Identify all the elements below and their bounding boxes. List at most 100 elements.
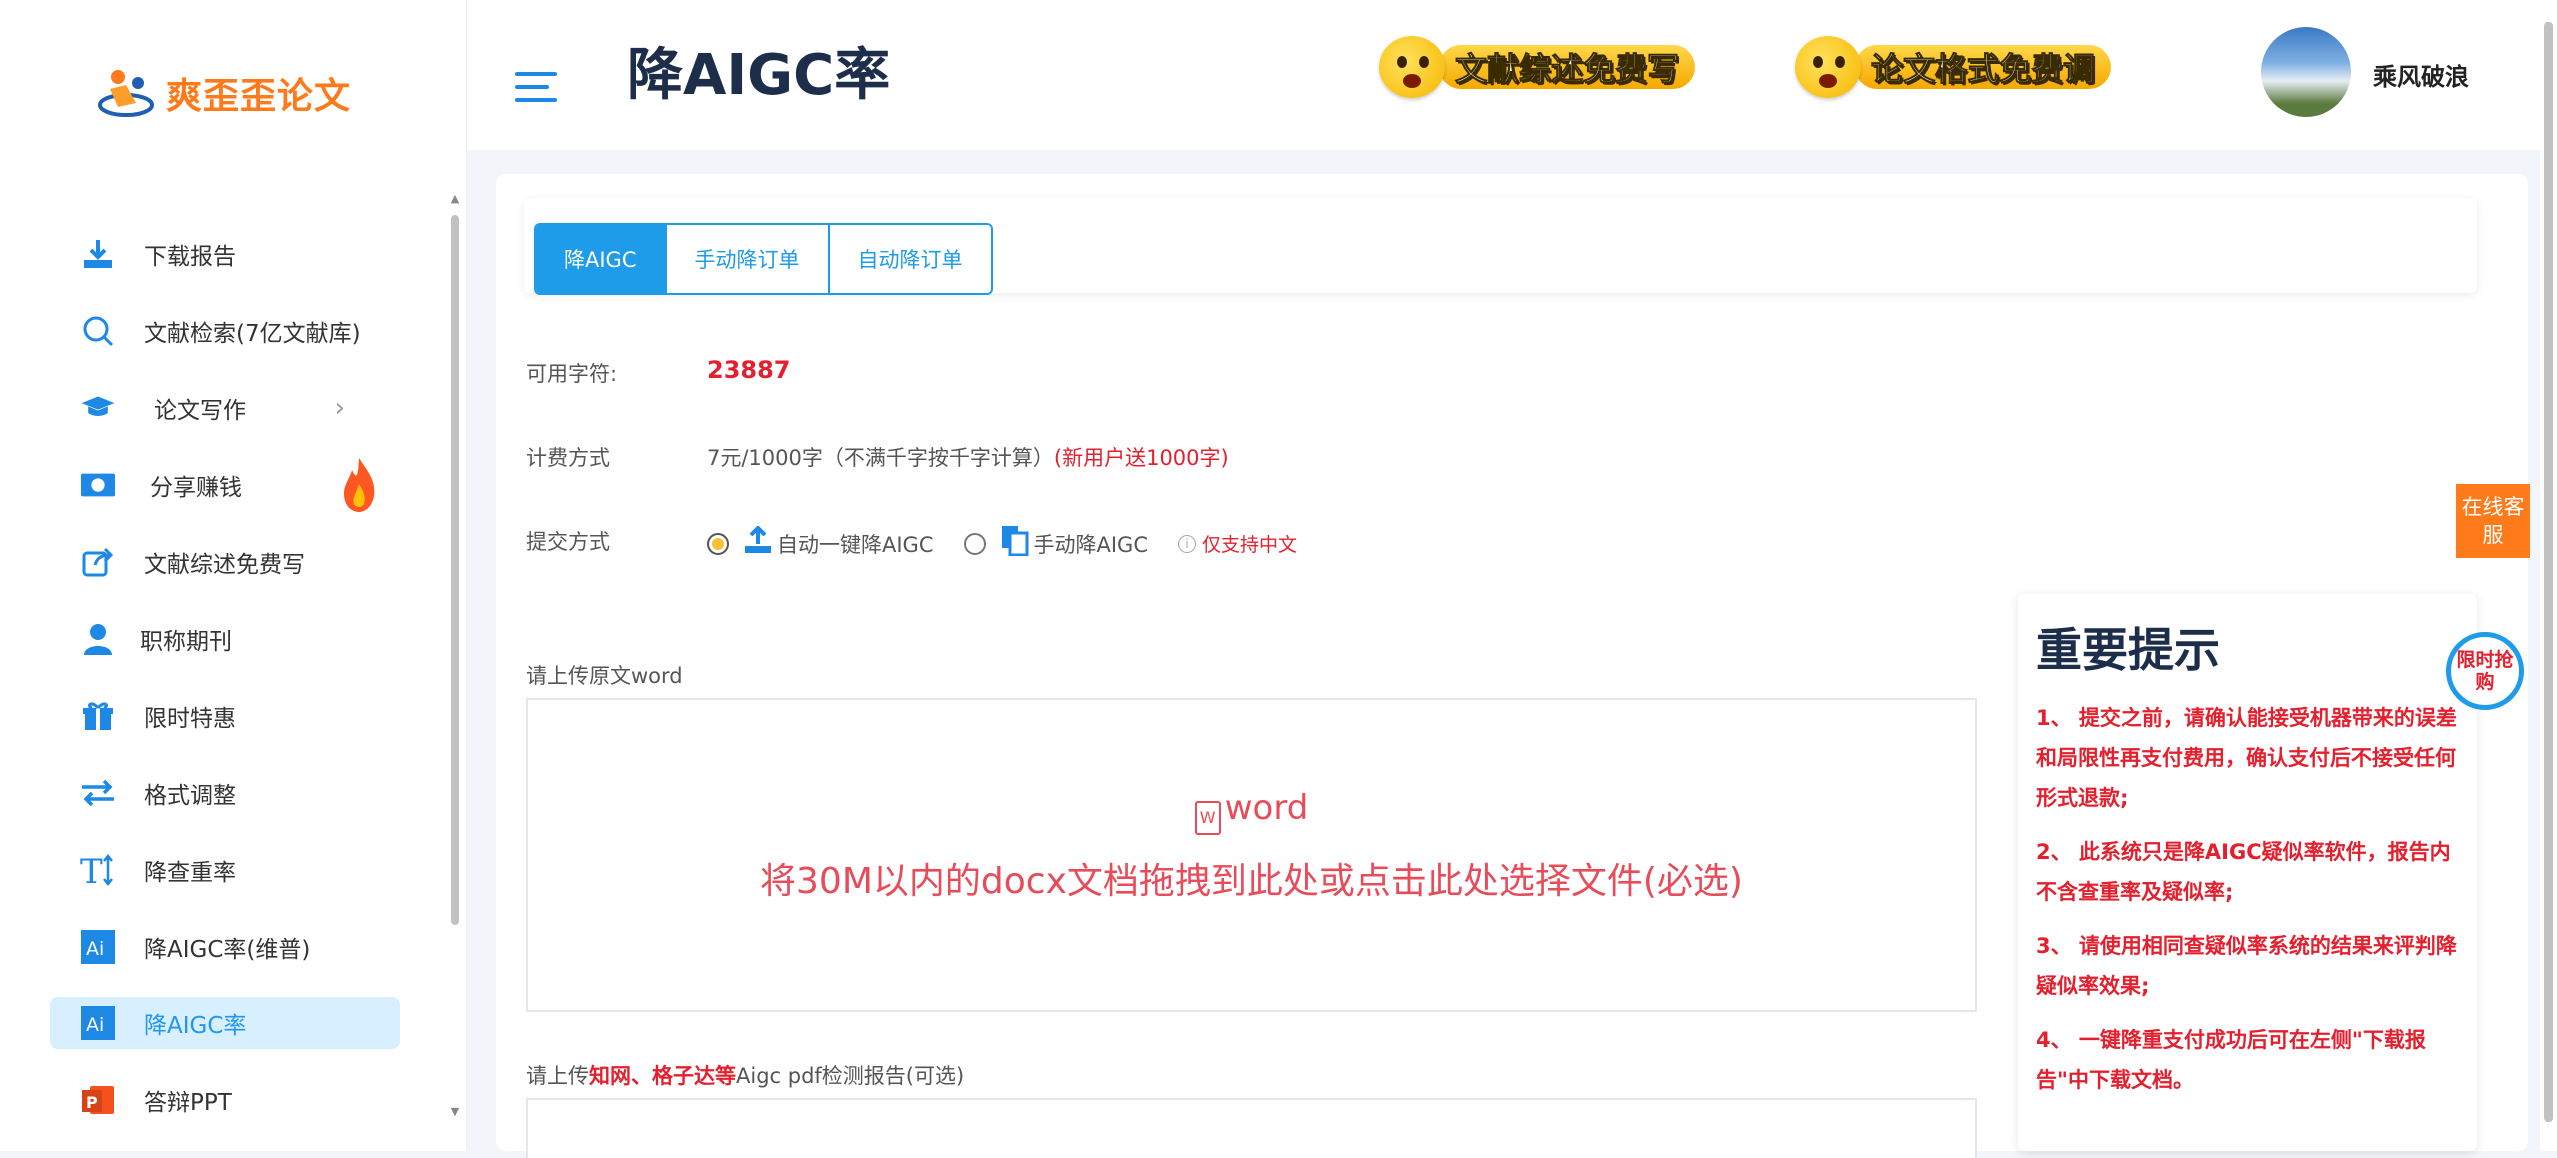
word-dropzone[interactable]: Wword 将30M以内的docx文档拖拽到此处或点击此处选择文件(必选) — [526, 698, 1977, 1012]
promo-label: 文献综述免费写 — [1439, 45, 1696, 89]
billing-value-group: 7元/1000字（不满千字按千字计算）(新用户送1000字) — [707, 442, 1229, 472]
sidebar-item-aigc-weipu[interactable]: Ai 降AIGC率(维普) — [50, 908, 400, 985]
brand-name: 爽歪歪论文 — [166, 76, 352, 117]
word-doc-icon: W — [1194, 801, 1221, 835]
promo-format-free-button[interactable]: 论文格式免费调 — [1795, 36, 2112, 98]
chevron-right-icon: › — [334, 392, 345, 423]
sidebar-item-download-report[interactable]: 下载报告 — [50, 215, 400, 292]
graduation-cap-icon — [80, 390, 116, 426]
online-service-button[interactable]: 在线客服 — [2456, 484, 2530, 558]
sidebar-item-label: 职称期刊 — [140, 628, 232, 655]
sidebar-item-label: 文献检索(7亿文献库) — [144, 320, 361, 347]
sidebar-item-label: 文献综述免费写 — [144, 551, 305, 578]
swap-icon — [80, 775, 116, 811]
sidebar-item-label: 降AIGC率(维普) — [144, 936, 311, 963]
upload-report-prefix: 请上传 — [526, 1064, 589, 1088]
notice-item: 4、 一键降重支付成功后可在左侧"下载报告"中下载文档。 — [2036, 1028, 2426, 1092]
flash-sale-badge[interactable]: 限时抢购 — [2446, 632, 2524, 710]
submit-method-options: 自动一键降AIGC 手动降AIGC i 仅支持中文 — [707, 524, 1297, 563]
dropzone-word-line: Wword — [528, 788, 1975, 835]
important-notice-panel: 重要提示 1、 提交之前，请确认能接受机器带来的误差和局限性再支付费用，确认支付… — [2018, 594, 2477, 1151]
sidebar-scrollbar[interactable]: ▲ ▼ — [449, 193, 461, 1118]
surprised-emoji-icon — [1379, 36, 1445, 98]
gift-icon — [80, 698, 116, 734]
share-icon — [80, 544, 116, 580]
sidebar-item-aigc[interactable]: Ai 降AIGC率 — [50, 997, 400, 1049]
scroll-up-icon[interactable]: ▲ — [449, 193, 461, 205]
main-card: 降AIGC 手动降订单 自动降订单 可用字符: 23887 计费方式 7元/10… — [496, 174, 2528, 1158]
surprised-emoji-icon — [1795, 36, 1861, 98]
tab-auto-orders[interactable]: 自动降订单 — [829, 225, 991, 293]
pdf-dropzone[interactable] — [526, 1098, 1977, 1158]
powerpoint-icon: P — [80, 1082, 116, 1118]
promo-review-free-button[interactable]: 文献综述免费写 — [1379, 36, 1696, 98]
radio-auto[interactable] — [707, 532, 729, 555]
svg-text:Ai: Ai — [86, 938, 104, 960]
sidebar-item-label: 论文写作 — [154, 397, 246, 424]
sidebar-item-label: 降AIGC率 — [144, 1013, 247, 1039]
page-title: 降AIGC率 — [627, 43, 891, 108]
sidebar-item-defense-ppt[interactable]: P 答辩PPT — [50, 1061, 400, 1138]
sidebar-item-paper-writing[interactable]: 论文写作 › — [50, 369, 400, 446]
billing-row: 计费方式 7元/1000字（不满千字按千字计算）(新用户送1000字) — [526, 442, 1229, 472]
ai-icon: Ai — [80, 1005, 116, 1041]
menu-toggle-icon[interactable] — [515, 72, 557, 106]
sidebar-item-label: 格式调整 — [144, 782, 236, 809]
sidebar-item-review-free[interactable]: 文献综述免费写 — [50, 523, 400, 600]
scrollbar-thumb[interactable] — [451, 215, 459, 925]
svg-text:T: T — [80, 853, 103, 887]
text-height-icon: T — [80, 852, 116, 888]
notice-item: 2、 此系统只是降AIGC疑似率软件，报告内不含查重率及疑似率; — [2036, 840, 2451, 904]
notice-item: 3、 请使用相同查疑似率系统的结果来评判降疑似率效果; — [2036, 934, 2457, 998]
tab-group: 降AIGC 手动降订单 自动降订单 — [534, 223, 993, 295]
upload-report-label: 请上传知网、格子达等Aigc pdf检测报告(可选) — [526, 1060, 964, 1090]
dropzone-instruction: 将30M以内的docx文档拖拽到此处或点击此处选择文件(必选) — [760, 861, 1743, 902]
submit-method-row: 提交方式 自动一键降AIGC 手动降AIGC i 仅支持中文 — [526, 525, 1297, 557]
billing-promo: (新用户送1000字) — [1053, 446, 1229, 470]
radio-auto-label[interactable]: 自动一键降AIGC — [777, 529, 934, 559]
fire-icon — [340, 456, 378, 520]
submit-method-label: 提交方式 — [526, 530, 610, 554]
page-scrollbar-thumb[interactable] — [2544, 22, 2553, 1122]
notice-list: 1、 提交之前，请确认能接受机器带来的误差和局限性再支付费用，确认支付后不接受任… — [2036, 698, 2466, 1114]
available-chars-value: 23887 — [707, 356, 791, 384]
scroll-down-icon[interactable]: ▼ — [449, 1106, 461, 1118]
username[interactable]: 乘风破浪 — [2373, 57, 2469, 92]
info-icon: i — [1178, 534, 1196, 553]
sidebar-item-label: 分享赚钱 — [150, 474, 242, 501]
sidebar-item-label: 下载报告 — [144, 243, 236, 270]
tab-manual-orders[interactable]: 手动降订单 — [666, 225, 830, 293]
notice-item: 1、 提交之前，请确认能接受机器带来的误差和局限性再支付费用，确认支付后不接受任… — [2036, 706, 2457, 810]
top-header: 降AIGC率 文献综述免费写 论文格式免费调 乘风破浪 — [467, 0, 2557, 150]
avatar[interactable] — [2261, 27, 2351, 117]
svg-text:Ai: Ai — [86, 1014, 104, 1036]
radio-manual-label[interactable]: 手动降AIGC — [1034, 529, 1149, 559]
user-icon — [80, 621, 116, 657]
radio-manual[interactable] — [963, 532, 986, 555]
sidebar-item-share-earn[interactable]: 分享赚钱 — [50, 446, 400, 523]
logo-icon — [98, 70, 154, 117]
sidebar-item-format-adjust[interactable]: 格式调整 — [50, 754, 400, 831]
notice-title: 重要提示 — [2036, 623, 2220, 677]
brand-logo[interactable]: 爽歪歪论文 — [96, 58, 351, 128]
sidebar-item-limited-offer[interactable]: 限时特惠 — [50, 677, 400, 754]
only-chinese-note: 仅支持中文 — [1202, 534, 1298, 556]
billing-value: 7元/1000字（不满千字按千字计算） — [707, 446, 1054, 470]
page-scrollbar[interactable] — [2540, 0, 2557, 1151]
ai-icon: Ai — [80, 929, 116, 965]
money-icon — [80, 467, 116, 503]
tab-bar: 降AIGC 手动降订单 自动降订单 — [524, 198, 2477, 295]
sidebar-nav: 下载报告 文献检索(7亿文献库) 论文写作 › 分享赚钱 文献综述免费写 职称期… — [50, 215, 400, 1138]
search-icon — [80, 313, 116, 349]
promo-label: 论文格式免费调 — [1855, 45, 2112, 89]
copy-icon — [1000, 524, 1030, 563]
sidebar-item-literature-search[interactable]: 文献检索(7亿文献库) — [50, 292, 400, 369]
tab-reduce-aigc[interactable]: 降AIGC — [536, 225, 667, 293]
dropzone-word-label: word — [1224, 788, 1309, 828]
sidebar-item-label: 限时特惠 — [144, 705, 236, 732]
sidebar-item-journal[interactable]: 职称期刊 — [50, 600, 400, 677]
sidebar-item-reduce-duplicate[interactable]: T 降查重率 — [50, 831, 400, 908]
available-chars-row: 可用字符: 23887 — [526, 356, 791, 388]
sidebar-item-label: 降查重率 — [144, 859, 236, 886]
upload-report-highlight: 知网、格子达等 — [589, 1064, 736, 1088]
